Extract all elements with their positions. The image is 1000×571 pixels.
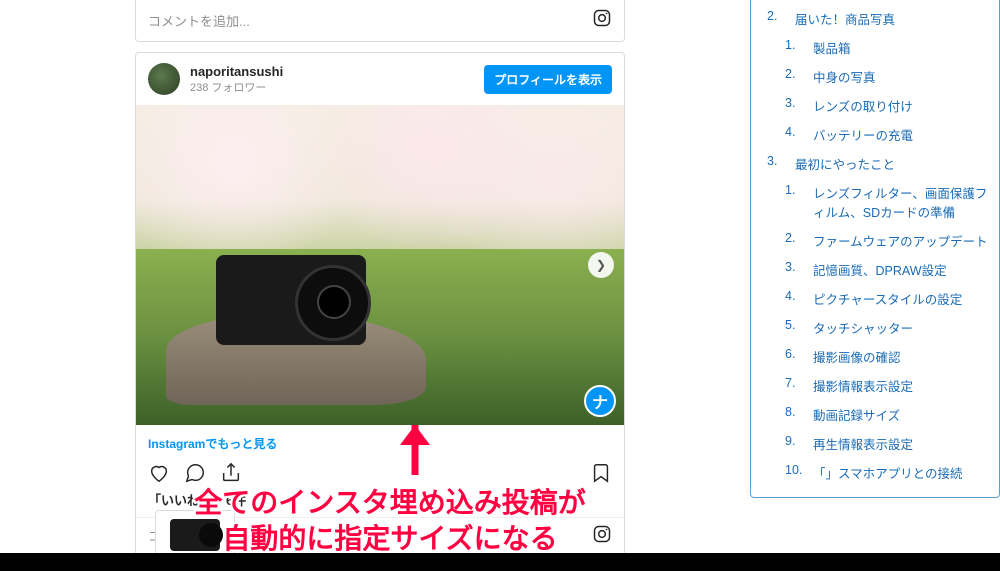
toc-item[interactable]: 4. バッテリーの充電 — [759, 120, 991, 149]
share-icon[interactable] — [220, 462, 242, 484]
avatar[interactable] — [148, 63, 180, 95]
toc-item-text: 届いた！商品写真 — [795, 9, 895, 28]
toc-item-text: 再生情報表示設定 — [813, 434, 913, 453]
toc-item[interactable]: 2. ファームウェアのアップデート — [759, 226, 991, 255]
toc-item-text: タッチシャッター — [813, 318, 913, 337]
toc-item-text: 「」スマホアプリとの接続 — [813, 463, 963, 482]
toc-item-text: 中身の写真 — [813, 67, 876, 86]
toc-item-text: 撮影情報表示設定 — [813, 376, 913, 395]
view-profile-button[interactable]: プロフィールを表示 — [484, 65, 612, 94]
toc-item-number: 6. — [785, 347, 803, 366]
carousel-next-icon[interactable]: ❯ — [588, 252, 614, 278]
annotation-text: 全てのインスタ埋め込み投稿が 自動的に指定サイズになる — [180, 485, 600, 558]
toc-item-text: 製品箱 — [813, 38, 851, 57]
toc-item-number: 9. — [785, 434, 803, 453]
toc-item[interactable]: 3. 最初にやったこと — [759, 149, 991, 178]
toc-item-number: 8. — [785, 405, 803, 424]
view-more-on-instagram-link[interactable]: Instagramでもっと見る — [136, 425, 624, 458]
toc-item-text: レンズの取り付け — [813, 96, 913, 115]
toc-item[interactable]: 3. 記憶画質、DPRAW設定 — [759, 255, 991, 284]
toc-item[interactable]: 2. 届いた！商品写真 — [759, 4, 991, 33]
toc-item-text: レンズフィルター、画面保護フィルム、SDカードの準備 — [813, 183, 991, 221]
toc-item[interactable]: 4. ピクチャースタイルの設定 — [759, 284, 991, 313]
toc-item[interactable]: 7. 撮影情報表示設定 — [759, 371, 991, 400]
toc-item-number: 2. — [785, 231, 803, 250]
toc-item[interactable]: 8. 動画記録サイズ — [759, 400, 991, 429]
toc-item[interactable]: 1. レンズフィルター、画面保護フィルム、SDカードの準備 — [759, 178, 991, 226]
comment-input-prev[interactable]: コメントを追加... — [148, 11, 592, 30]
toc-item[interactable]: 5. タッチシャッター — [759, 313, 991, 342]
toc-item-text: ピクチャースタイルの設定 — [813, 289, 962, 308]
toc-item-text: ファームウェアのアップデート — [813, 231, 988, 250]
toc-item[interactable]: 2. 中身の写真 — [759, 62, 991, 91]
toc-item-text: バッテリーの充電 — [813, 125, 913, 144]
toc-item-number: 5. — [785, 318, 803, 337]
action-bar — [136, 458, 624, 488]
toc-item[interactable]: 1. 製品箱 — [759, 33, 991, 62]
toc-item-text: 最初にやったこと — [795, 154, 895, 173]
follower-count: 238 フォロワー — [190, 79, 484, 95]
toc-item[interactable]: 6. 撮影画像の確認 — [759, 342, 991, 371]
instagram-embed: naporitansushi 238 フォロワー プロフィールを表示 ❯ ナ I… — [135, 52, 625, 558]
toc-item-number: 2. — [767, 9, 785, 28]
toc-item-number: 4. — [785, 125, 803, 144]
instagram-embed-prev-footer: コメントを追加... — [135, 0, 625, 42]
toc-item-text: 撮影画像の確認 — [813, 347, 901, 366]
embed-header: naporitansushi 238 フォロワー プロフィールを表示 — [136, 53, 624, 105]
toc-item-number: 1. — [785, 38, 803, 57]
bookmark-icon[interactable] — [590, 462, 612, 484]
toc-item-number: 1. — [785, 183, 803, 221]
author-badge[interactable]: ナ — [584, 385, 616, 417]
username[interactable]: naporitansushi — [190, 64, 484, 79]
toc-item[interactable]: 3. レンズの取り付け — [759, 91, 991, 120]
toc-item-number: 2. — [785, 67, 803, 86]
bottom-bar — [0, 553, 1000, 571]
comment-icon[interactable] — [184, 462, 206, 484]
toc-item[interactable]: 9. 再生情報表示設定 — [759, 429, 991, 458]
toc-item-number: 7. — [785, 376, 803, 395]
table-of-contents: 2. 届いた！商品写真 1. 製品箱 2. 中身の写真 3. レンズの取り付け 4. バッテリーの… — [750, 0, 1000, 498]
toc-item-text: 記憶画質、DPRAW設定 — [813, 260, 947, 279]
toc-item[interactable]: 10. 「」スマホアプリとの接続 — [759, 458, 991, 487]
toc-item-number: 4. — [785, 289, 803, 308]
like-icon[interactable] — [148, 462, 170, 484]
toc-item-number: 3. — [785, 260, 803, 279]
toc-item-number: 10. — [785, 463, 803, 482]
toc-item-number: 3. — [785, 96, 803, 115]
embed-media[interactable]: ❯ ナ — [136, 105, 624, 425]
toc-item-number: 3. — [767, 154, 785, 173]
instagram-icon[interactable] — [592, 8, 612, 33]
toc-item-text: 動画記録サイズ — [813, 405, 900, 424]
